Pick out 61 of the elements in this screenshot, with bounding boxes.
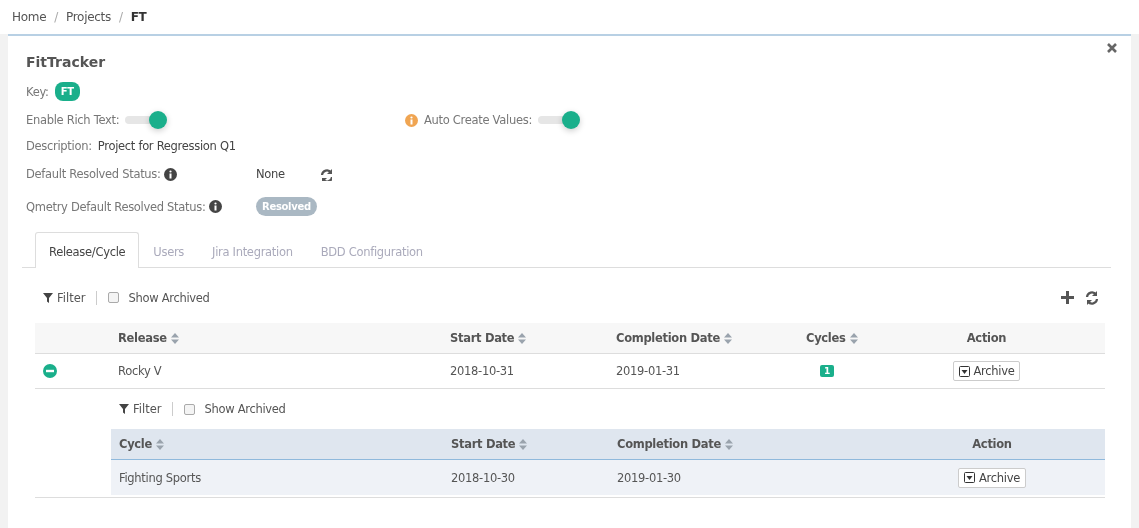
- field-label: Default Resolved Status:: [26, 167, 161, 181]
- checkbox[interactable]: [108, 292, 120, 303]
- archive-button[interactable]: Archive: [952, 361, 1021, 381]
- filter-icon: [119, 404, 129, 414]
- sort-icon: [849, 332, 858, 344]
- column-heading[interactable]: Completion Date: [608, 331, 740, 345]
- sort-icon: [724, 438, 733, 450]
- field-value: Project for Regression Q1: [97, 139, 236, 153]
- info-icon: [405, 113, 418, 127]
- column-heading[interactable]: Cycle: [111, 437, 172, 451]
- checkbox-label: Show Archived: [128, 290, 210, 305]
- sort-icon: [156, 438, 164, 450]
- tab[interactable]: Release/Cycle: [35, 232, 140, 268]
- sort-icon: [170, 332, 179, 344]
- column-heading[interactable]: Start Date: [442, 331, 535, 345]
- filter-button[interactable]: Filter: [119, 402, 162, 416]
- filter-button[interactable]: Filter: [43, 290, 86, 305]
- table-cell: 2019-01-30: [617, 470, 681, 485]
- toggle-switch[interactable]: [538, 110, 582, 130]
- breadcrumb-link[interactable]: Home: [12, 10, 47, 24]
- field-label: Description:: [26, 139, 92, 153]
- field-label: Auto Create Values:: [424, 113, 532, 127]
- field-label: Qmetry Default Resolved Status:: [26, 199, 206, 214]
- column-heading[interactable]: Start Date: [443, 437, 536, 451]
- info-icon: [208, 200, 222, 213]
- field-label: Key:: [26, 84, 49, 99]
- column-heading[interactable]: Cycles: [798, 331, 866, 345]
- table-cell: 2018-10-31: [450, 364, 514, 378]
- checkbox-label: Show Archived: [204, 402, 286, 416]
- table-cell: Rocky V: [118, 364, 162, 378]
- collapse-icon[interactable]: [43, 364, 57, 378]
- checkbox[interactable]: [184, 403, 196, 415]
- close-icon[interactable]: [1107, 43, 1117, 53]
- plus-icon[interactable]: [1061, 291, 1074, 304]
- table-cell: 2018-10-30: [451, 470, 515, 485]
- column-heading: Action: [971, 437, 1013, 451]
- breadcrumb-link[interactable]: FT: [130, 10, 147, 24]
- filter-icon: [43, 292, 53, 303]
- field-label: Enable Rich Text:: [26, 113, 120, 127]
- count-badge: 1: [820, 365, 834, 377]
- sort-icon: [519, 438, 528, 450]
- column-heading: Action: [965, 331, 1008, 345]
- sort-icon: [518, 332, 527, 344]
- column-heading[interactable]: Completion Date: [609, 437, 741, 451]
- breadcrumb-separator: /: [118, 10, 123, 24]
- sort-icon: [723, 332, 732, 344]
- archive-icon: [958, 365, 970, 377]
- table-cell: 2019-01-31: [616, 364, 680, 378]
- field-value: None: [256, 167, 285, 181]
- project-title: FitTracker: [26, 54, 107, 70]
- info-icon: [163, 167, 177, 181]
- breadcrumb-separator: /: [54, 10, 58, 24]
- status-badge: Resolved: [256, 197, 317, 216]
- archive-button[interactable]: Archive: [958, 467, 1026, 488]
- breadcrumb-link[interactable]: Projects: [66, 10, 111, 24]
- refresh-icon[interactable]: [1084, 290, 1099, 305]
- column-heading[interactable]: Release: [110, 331, 187, 345]
- key-badge: FT: [54, 82, 80, 101]
- archive-icon: [964, 472, 976, 483]
- table-cell: Fighting Sports: [119, 470, 201, 485]
- refresh-icon[interactable]: [318, 167, 332, 181]
